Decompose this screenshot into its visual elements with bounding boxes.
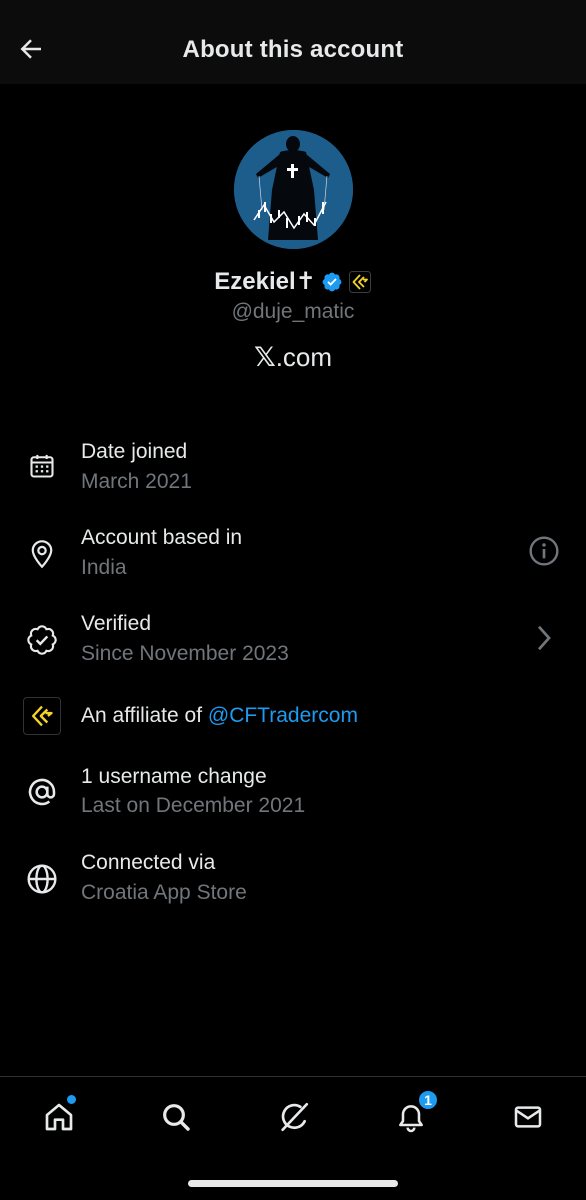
info-icon xyxy=(528,535,560,572)
username-change-label: 1 username change xyxy=(81,765,267,788)
location-pin-icon xyxy=(22,534,62,574)
top-bar: About this account xyxy=(0,0,586,84)
display-name: Ezekiel✝ xyxy=(214,268,316,295)
username-change-row: 1 username change Last on December 2021 xyxy=(0,761,586,831)
page-title: About this account xyxy=(182,36,404,63)
affiliate-link[interactable]: @CFTradercom xyxy=(208,704,358,727)
grok-icon xyxy=(277,1100,311,1139)
tab-grok[interactable] xyxy=(266,1091,322,1147)
username-change-value: Last on December 2021 xyxy=(81,794,306,817)
globe-icon xyxy=(22,859,62,899)
account-based-in-value: India xyxy=(81,556,127,579)
verified-chevron[interactable] xyxy=(526,622,562,658)
connected-via-label: Connected via xyxy=(81,851,216,874)
tab-messages[interactable] xyxy=(500,1091,556,1147)
verified-badge-icon[interactable] xyxy=(320,270,344,294)
date-joined-row: Date joined March 2021 xyxy=(0,436,586,506)
info-button[interactable] xyxy=(526,535,562,571)
verified-value: Since November 2023 xyxy=(81,642,289,665)
connected-via-value: Croatia App Store xyxy=(81,881,247,904)
at-sign-icon xyxy=(22,772,62,812)
chevron-right-icon xyxy=(533,623,555,658)
profile-name-row: Ezekiel✝ xyxy=(0,267,586,296)
home-indicator xyxy=(188,1180,398,1187)
home-icon xyxy=(43,1101,75,1138)
profile-handle: @duje_matic xyxy=(231,300,355,323)
affiliate-prefix: An affiliate of xyxy=(81,704,208,727)
profile-avatar[interactable] xyxy=(234,130,353,249)
connected-via-row: Connected via Croatia App Store xyxy=(0,848,586,918)
x-logo-text: 𝕏 xyxy=(253,342,276,372)
calendar-icon xyxy=(22,446,62,486)
x-domain-label: 𝕏.com xyxy=(0,342,586,373)
verified-row[interactable]: Verified Since November 2023 xyxy=(0,608,586,678)
tab-home[interactable] xyxy=(31,1091,87,1147)
cftrader-affiliate-badge-icon[interactable] xyxy=(348,270,372,294)
account-based-in-label: Account based in xyxy=(81,526,243,549)
affiliate-text: An affiliate of @CFTradercom xyxy=(81,704,358,728)
date-joined-label: Date joined xyxy=(81,440,188,463)
verified-check-icon xyxy=(22,620,62,660)
tab-search[interactable] xyxy=(148,1091,204,1147)
verified-label: Verified xyxy=(81,612,152,635)
cftrader-logo-icon xyxy=(22,696,62,736)
notification-count-badge: 1 xyxy=(417,1089,439,1111)
search-icon xyxy=(160,1101,192,1138)
tab-notifications[interactable]: 1 xyxy=(383,1089,439,1147)
account-based-in-row: Account based in India xyxy=(0,522,586,592)
home-unread-dot xyxy=(67,1095,76,1104)
domain-suffix: .com xyxy=(275,342,333,372)
date-joined-value: March 2021 xyxy=(81,470,192,493)
mail-icon xyxy=(512,1101,544,1138)
affiliate-row: An affiliate of @CFTradercom xyxy=(0,694,586,764)
